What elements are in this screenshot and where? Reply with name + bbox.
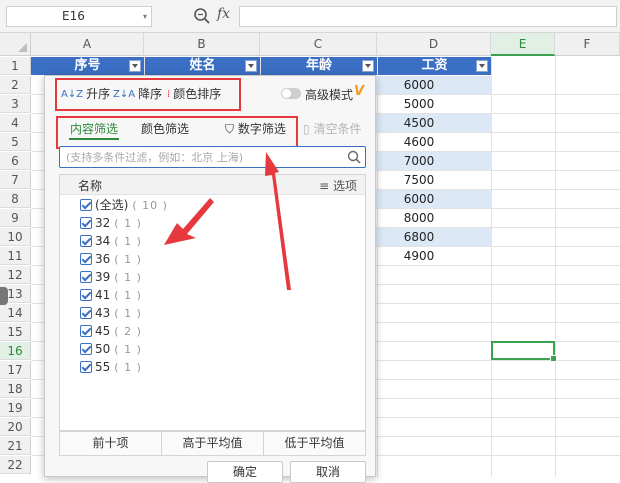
annotation-arrow-list (164, 198, 214, 245)
annotation-arrows (164, 152, 291, 290)
annotation-arrow-tabs (265, 152, 291, 290)
